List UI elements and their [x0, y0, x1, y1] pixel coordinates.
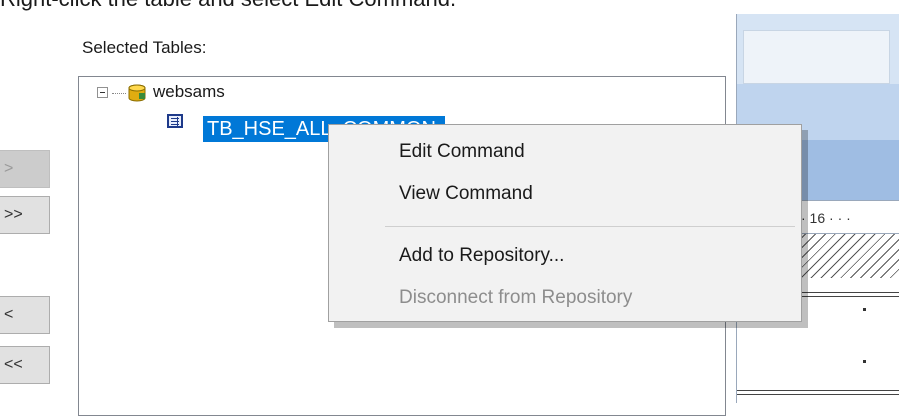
remove-all-button-label: <<: [4, 356, 23, 373]
tree-item-websams[interactable]: websams: [153, 82, 225, 102]
field-marker: [863, 360, 866, 363]
add-button[interactable]: >: [0, 150, 50, 188]
section-line: [737, 390, 899, 391]
field-marker: [863, 308, 866, 311]
remove-button-label: <: [4, 306, 14, 323]
menu-item-edit-command[interactable]: Edit Command: [399, 141, 525, 163]
remove-all-button[interactable]: <<: [0, 346, 50, 384]
menu-separator: [385, 226, 795, 227]
designer-toolbar-area: [743, 30, 890, 84]
context-menu: Edit Command View Command Add to Reposit…: [328, 124, 802, 322]
section-line: [737, 394, 899, 395]
menu-item-add-to-repository[interactable]: Add to Repository...: [399, 245, 564, 267]
database-icon: [128, 84, 146, 102]
add-all-button[interactable]: >>: [0, 196, 50, 234]
tree-connector: [112, 93, 126, 94]
add-button-label: >: [4, 160, 14, 177]
menu-item-disconnect-from-repository[interactable]: Disconnect from Repository: [399, 287, 632, 309]
instruction-text: Right-click the table and select Edit Co…: [0, 0, 456, 12]
selected-tables-label: Selected Tables:: [82, 38, 207, 57]
collapse-icon[interactable]: [97, 87, 108, 98]
add-all-button-label: >>: [4, 206, 23, 223]
remove-button[interactable]: <: [0, 296, 50, 334]
table-icon: [167, 114, 183, 128]
menu-item-view-command[interactable]: View Command: [399, 183, 533, 205]
